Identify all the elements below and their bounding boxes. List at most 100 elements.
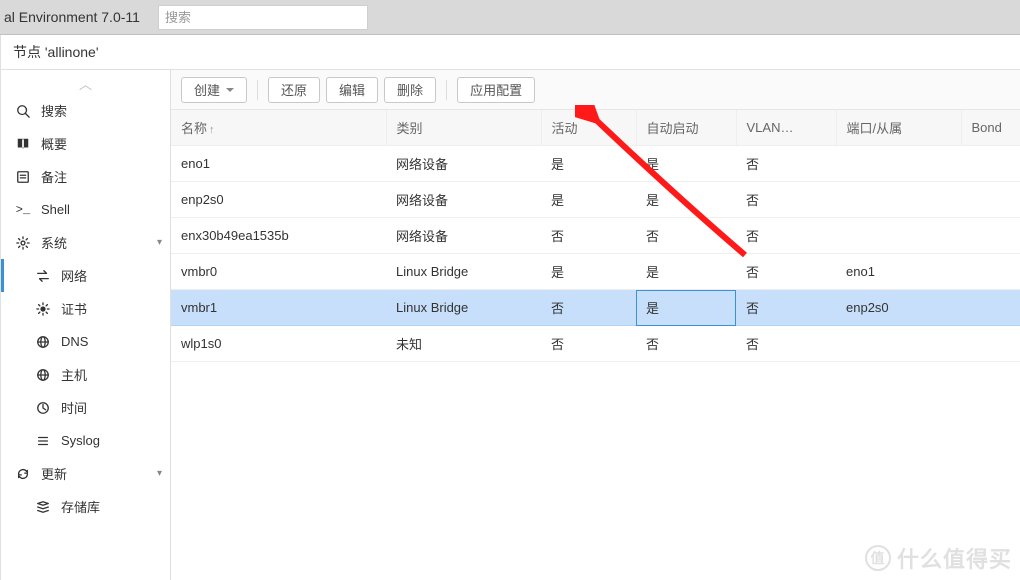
cell-vlan[interactable]: 否 xyxy=(736,218,836,254)
sidebar-item-label: DNS xyxy=(61,334,162,349)
column-header-ports[interactable]: 端口/从属 xyxy=(836,110,961,146)
cell-name[interactable]: enp2s0 xyxy=(171,182,386,218)
sidebar-item-label: Shell xyxy=(41,202,162,217)
sidebar-item-updates[interactable]: 更新▾ xyxy=(1,457,170,490)
cell-vlan[interactable]: 否 xyxy=(736,146,836,182)
cell-name[interactable]: vmbr0 xyxy=(171,254,386,290)
cell-name[interactable]: eno1 xyxy=(171,146,386,182)
swap-icon xyxy=(35,268,51,284)
cell-active[interactable]: 是 xyxy=(541,182,636,218)
stack-icon xyxy=(35,499,51,515)
sidebar-item-label: 证书 xyxy=(61,299,162,318)
topbar: al Environment 7.0-11 xyxy=(0,0,1020,35)
cell-vlan[interactable]: 否 xyxy=(736,290,836,326)
sidebar-item-hosts[interactable]: 主机 xyxy=(1,358,170,391)
cell-name[interactable]: wlp1s0 xyxy=(171,326,386,362)
cell-name[interactable]: enx30b49ea1535b xyxy=(171,218,386,254)
cell-type[interactable]: 网络设备 xyxy=(386,182,541,218)
cell-active[interactable]: 是 xyxy=(541,254,636,290)
globe-icon xyxy=(35,367,51,383)
cell-bond[interactable] xyxy=(961,326,1020,362)
sidebar-item-network[interactable]: 网络 xyxy=(1,259,170,292)
cell-bond[interactable] xyxy=(961,290,1020,326)
cell-type[interactable]: 未知 xyxy=(386,326,541,362)
revert-button[interactable]: 还原 xyxy=(268,77,320,103)
sidebar-item-label: 概要 xyxy=(41,134,162,153)
sidebar-item-system[interactable]: 系统▾ xyxy=(1,226,170,259)
table-row[interactable]: wlp1s0未知否否否 xyxy=(171,326,1020,362)
toolbar: 创建 还原 编辑 删除 应用配置 xyxy=(171,70,1020,110)
table-row[interactable]: vmbr1Linux Bridge否是否enp2s0 xyxy=(171,290,1020,326)
cell-vlan[interactable]: 否 xyxy=(736,326,836,362)
sidebar-item-repos[interactable]: 存储库 xyxy=(1,490,170,523)
sidebar-item-notes[interactable]: 备注 xyxy=(1,160,170,193)
sidebar-item-syslog[interactable]: Syslog xyxy=(1,424,170,457)
network-grid[interactable]: 名称↑类别活动自动启动VLAN…端口/从属Bond eno1网络设备是是否enp… xyxy=(171,110,1020,580)
cell-name[interactable]: vmbr1 xyxy=(171,290,386,326)
refresh-icon xyxy=(15,466,31,482)
cell-vlan[interactable]: 否 xyxy=(736,254,836,290)
cell-ports[interactable]: eno1 xyxy=(836,254,961,290)
cell-auto[interactable]: 否 xyxy=(636,326,736,362)
cell-auto[interactable]: 是 xyxy=(636,254,736,290)
sidebar-item-label: 搜索 xyxy=(41,101,162,120)
grid-header-row: 名称↑类别活动自动启动VLAN…端口/从属Bond xyxy=(171,110,1020,146)
cell-ports[interactable] xyxy=(836,326,961,362)
search-input[interactable] xyxy=(159,6,367,29)
sidebar-item-time[interactable]: 时间 xyxy=(1,391,170,424)
sidebar-collapse[interactable]: ︿ xyxy=(1,72,170,94)
sidebar-item-search[interactable]: 搜索 xyxy=(1,94,170,127)
apply-config-button[interactable]: 应用配置 xyxy=(457,77,535,103)
cell-ports[interactable]: enp2s0 xyxy=(836,290,961,326)
note-icon xyxy=(15,169,31,185)
sidebar-item-label: 网络 xyxy=(61,266,162,285)
edit-label: 编辑 xyxy=(339,80,365,99)
cell-active[interactable]: 否 xyxy=(541,290,636,326)
cell-active[interactable]: 是 xyxy=(541,146,636,182)
chevron-down-icon[interactable]: ▾ xyxy=(157,468,162,479)
column-header-auto[interactable]: 自动启动 xyxy=(636,110,736,146)
column-header-active[interactable]: 活动 xyxy=(541,110,636,146)
cell-active[interactable]: 否 xyxy=(541,218,636,254)
cell-type[interactable]: Linux Bridge xyxy=(386,290,541,326)
cell-ports[interactable] xyxy=(836,182,961,218)
cell-auto[interactable]: 是 xyxy=(636,182,736,218)
table-row[interactable]: enx30b49ea1535b网络设备否否否 xyxy=(171,218,1020,254)
column-header-type[interactable]: 类别 xyxy=(386,110,541,146)
cell-type[interactable]: Linux Bridge xyxy=(386,254,541,290)
edit-button[interactable]: 编辑 xyxy=(326,77,378,103)
revert-label: 还原 xyxy=(281,80,307,99)
column-header-vlan[interactable]: VLAN… xyxy=(736,110,836,146)
cell-bond[interactable] xyxy=(961,218,1020,254)
column-header-bond[interactable]: Bond xyxy=(961,110,1020,146)
remove-button[interactable]: 删除 xyxy=(384,77,436,103)
sidebar-item-summary[interactable]: 概要 xyxy=(1,127,170,160)
cell-bond[interactable] xyxy=(961,146,1020,182)
table-row[interactable]: vmbr0Linux Bridge是是否eno1 xyxy=(171,254,1020,290)
cell-auto[interactable]: 是 xyxy=(636,146,736,182)
sidebar-item-label: 存储库 xyxy=(61,497,162,516)
sidebar-item-label: 主机 xyxy=(61,365,162,384)
cell-vlan[interactable]: 否 xyxy=(736,182,836,218)
sidebar-item-certs[interactable]: 证书 xyxy=(1,292,170,325)
cell-active[interactable]: 否 xyxy=(541,326,636,362)
chevron-down-icon[interactable]: ▾ xyxy=(157,237,162,248)
shell-icon: >_ xyxy=(15,202,31,218)
cell-bond[interactable] xyxy=(961,182,1020,218)
cell-auto[interactable]: 是 xyxy=(636,290,736,326)
cell-type[interactable]: 网络设备 xyxy=(386,218,541,254)
sidebar-item-dns[interactable]: DNS xyxy=(1,325,170,358)
global-search[interactable] xyxy=(158,5,368,30)
gear-icon xyxy=(15,235,31,251)
table-row[interactable]: eno1网络设备是是否 xyxy=(171,146,1020,182)
cell-auto[interactable]: 否 xyxy=(636,218,736,254)
table-row[interactable]: enp2s0网络设备是是否 xyxy=(171,182,1020,218)
toolbar-separator xyxy=(446,80,447,100)
cell-bond[interactable] xyxy=(961,254,1020,290)
cell-type[interactable]: 网络设备 xyxy=(386,146,541,182)
sidebar-item-shell[interactable]: >_ Shell xyxy=(1,193,170,226)
create-button[interactable]: 创建 xyxy=(181,77,247,103)
column-header-name[interactable]: 名称↑ xyxy=(171,110,386,146)
cell-ports[interactable] xyxy=(836,218,961,254)
cell-ports[interactable] xyxy=(836,146,961,182)
